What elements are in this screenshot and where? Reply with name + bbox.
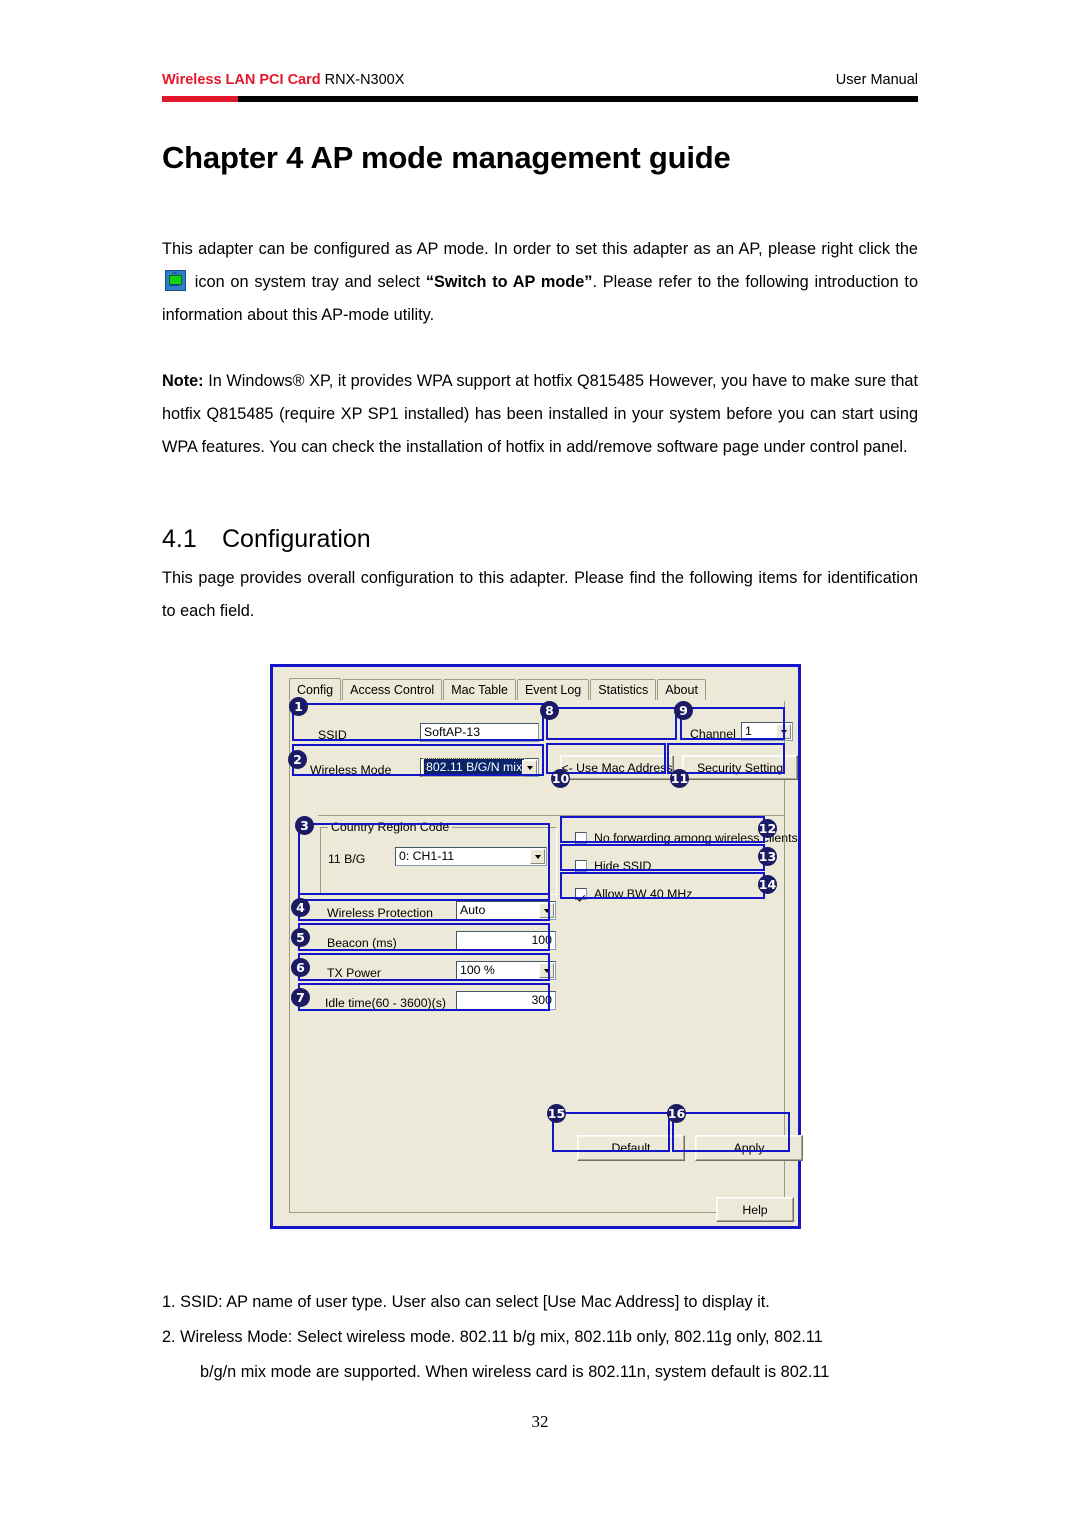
note-paragraph: Note: In Windows® XP, it provides WPA su… — [162, 365, 918, 464]
wireless-mode-label: Wireless Mode — [310, 763, 392, 777]
intro-text-a: This adapter can be configured as AP mod… — [162, 240, 918, 258]
tx-power-combobox[interactable]: 100 % — [456, 961, 556, 980]
chevron-down-icon[interactable] — [776, 724, 791, 739]
channel-combobox[interactable]: 1 — [741, 722, 793, 741]
badge-16: 16 — [667, 1104, 686, 1123]
allow-bw-40mhz-label: Allow BW 40 MHz — [594, 887, 693, 901]
idle-time-label: Idle time(60 - 3600)(s) — [325, 996, 446, 1010]
ssid-label: SSID — [318, 728, 347, 742]
config-tab-panel: SSID SoftAP-13 Wireless Mode 802.11 B/G/… — [289, 701, 803, 1213]
badge-3: 3 — [295, 816, 314, 835]
system-tray-ap-icon — [165, 270, 186, 291]
ssid-input[interactable]: SoftAP-13 — [420, 723, 539, 742]
use-mac-address-button[interactable]: <- Use Mac Address — [560, 755, 674, 780]
tab-about[interactable]: About — [657, 679, 706, 700]
chevron-down-icon[interactable] — [539, 963, 554, 978]
badge-1: 1 — [289, 697, 308, 716]
idle-time-input[interactable]: 300 — [456, 991, 556, 1010]
beacon-input[interactable]: 100 — [456, 931, 556, 950]
intro-text-b: icon on system tray and select — [194, 273, 421, 291]
badge-9: 9 — [674, 701, 693, 720]
chevron-down-icon[interactable] — [522, 760, 537, 775]
wireless-protection-value: Auto — [460, 903, 486, 917]
tabstrip: Config Access Control Mac Table Event Lo… — [289, 678, 785, 702]
channel-value: 1 — [745, 724, 752, 738]
badge-11: 11 — [670, 769, 689, 788]
hide-ssid-checkbox-row[interactable]: Hide SSID — [575, 859, 651, 873]
country-region-code-title: Country Region Code — [328, 820, 453, 834]
intro-text-bold: “Switch to AP mode” — [425, 273, 593, 291]
country-region-code-value: 0: CH1-11 — [399, 849, 455, 863]
country-region-code-combobox[interactable]: 0: CH1-11 — [395, 847, 547, 866]
badge-13: 13 — [758, 847, 777, 866]
header-brand: Wireless LAN PCI Card — [162, 72, 321, 88]
hide-ssid-label: Hide SSID — [594, 859, 652, 873]
badge-7: 7 — [291, 988, 310, 1007]
country-region-band-label: 11 B/G — [328, 852, 366, 866]
divider — [318, 815, 784, 816]
note-2-continuation-text: b/g/n mix mode are supported. When wirel… — [200, 1363, 830, 1381]
header-rule-red — [162, 96, 238, 102]
section-number: 4.1 — [162, 525, 197, 553]
chevron-down-icon[interactable] — [530, 849, 545, 864]
section-body-paragraph: This page provides overall configuration… — [162, 569, 918, 620]
tab-access-control[interactable]: Access Control — [342, 679, 443, 700]
note-1: 1. SSID: AP name of user type. User also… — [162, 1285, 940, 1320]
header-model-value: RNX-N300X — [324, 72, 405, 88]
page-title: Chapter 4 AP mode management guide — [162, 140, 731, 175]
badge-2: 2 — [288, 750, 307, 769]
tab-event-log[interactable]: Event Log — [516, 679, 590, 700]
badge-5: 5 — [291, 928, 310, 947]
numbered-notes-list: 1. SSID: AP name of user type. User also… — [162, 1285, 940, 1390]
channel-label: Channel — [690, 727, 736, 741]
badge-10: 10 — [551, 769, 570, 788]
wireless-mode-combobox[interactable]: 802.11 B/G/N mix — [420, 758, 539, 777]
header-left-text: Wireless LAN PCI Card RNX-N300X — [162, 72, 404, 88]
help-button[interactable]: Help — [716, 1197, 794, 1222]
ap-config-dialog-screenshot: Config Access Control Mac Table Event Lo… — [270, 664, 803, 1229]
chevron-down-icon[interactable] — [539, 903, 554, 918]
note-1-text: SSID: AP name of user type. User also ca… — [180, 1293, 770, 1311]
security-setting-button[interactable]: Security Setting — [682, 755, 798, 780]
note-2-text: Wireless Mode: Select wireless mode. 802… — [180, 1328, 823, 1346]
badge-8: 8 — [540, 701, 559, 720]
page-number: 32 — [531, 1412, 549, 1431]
note-body: In Windows® XP, it provides WPA support … — [162, 372, 918, 456]
section-heading: 4.1 Configuration — [162, 525, 922, 554]
note-2-number: 2. — [162, 1328, 176, 1346]
default-button[interactable]: Default — [577, 1135, 685, 1161]
note-2-continuation: b/g/n mix mode are supported. When wirel… — [162, 1355, 940, 1390]
header-rule-black — [162, 96, 918, 102]
allow-bw-40mhz-checkbox[interactable] — [575, 888, 587, 900]
note-2: 2. Wireless Mode: Select wireless mode. … — [162, 1320, 940, 1355]
allow-bw-40mhz-checkbox-row[interactable]: Allow BW 40 MHz — [575, 887, 692, 901]
dialog-border: Config Access Control Mac Table Event Lo… — [270, 664, 803, 1229]
apply-button[interactable]: Apply — [695, 1135, 803, 1161]
section-title: Configuration — [222, 525, 371, 553]
tab-statistics[interactable]: Statistics — [590, 679, 657, 700]
tx-power-value: 100 % — [460, 963, 495, 977]
badge-14: 14 — [758, 875, 777, 894]
dialog-body: Config Access Control Mac Table Event Lo… — [276, 670, 803, 1223]
badge-4: 4 — [291, 898, 310, 917]
intro-paragraph: This adapter can be configured as AP mod… — [162, 233, 918, 332]
wireless-mode-value: 802.11 B/G/N mix — [422, 758, 526, 777]
hide-ssid-checkbox[interactable] — [575, 860, 587, 872]
note-label: Note: — [162, 372, 204, 390]
badge-12: 12 — [758, 819, 777, 838]
header-right-text: User Manual — [835, 72, 918, 88]
badge-15: 15 — [547, 1104, 566, 1123]
beacon-label: Beacon (ms) — [327, 936, 397, 950]
tab-mac-table[interactable]: Mac Table — [443, 679, 516, 700]
note-1-number: 1. — [162, 1293, 176, 1311]
wireless-protection-label: Wireless Protection — [327, 906, 433, 920]
wireless-protection-combobox[interactable]: Auto — [456, 901, 556, 920]
no-forwarding-checkbox[interactable] — [575, 832, 587, 844]
badge-6: 6 — [291, 958, 310, 977]
page-running-header: Wireless LAN PCI Card RNX-N300X User Man… — [162, 72, 918, 102]
tx-power-label: TX Power — [327, 966, 381, 980]
